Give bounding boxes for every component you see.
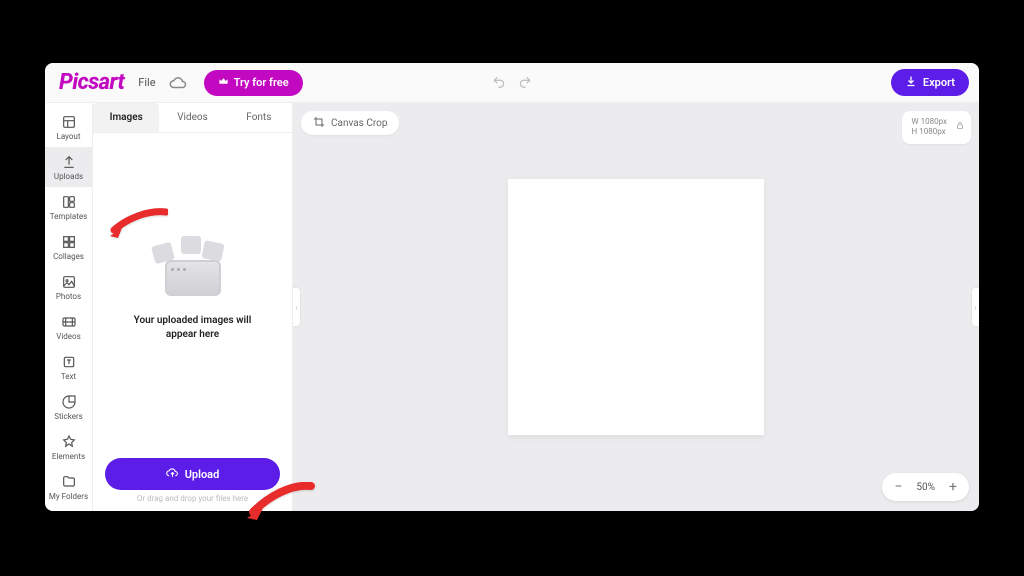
- try-for-free-button[interactable]: Try for free: [204, 70, 303, 96]
- brand-logo[interactable]: Picsart: [59, 70, 124, 95]
- rail-item-elements[interactable]: Elements: [45, 427, 92, 467]
- canvas-crop-tool[interactable]: Canvas Crop: [301, 111, 399, 135]
- videos-icon: [61, 314, 77, 330]
- rail-label: My Folders: [49, 492, 88, 501]
- rail-label: Elements: [52, 452, 85, 461]
- panel-body: Your uploaded images will appear here: [93, 133, 292, 448]
- rail-label: Uploads: [54, 172, 83, 181]
- upload-button[interactable]: Upload: [105, 458, 280, 490]
- stickers-icon: [61, 394, 77, 410]
- tab-fonts[interactable]: Fonts: [226, 103, 292, 132]
- rail-item-stickers[interactable]: Stickers: [45, 387, 92, 427]
- history-actions: [492, 63, 532, 103]
- lock-aspect-icon[interactable]: [955, 121, 965, 134]
- uploads-panel: Images Videos Fonts Your uploaded images…: [93, 103, 293, 511]
- tab-images[interactable]: Images: [93, 103, 159, 132]
- collapse-panel-handle-right[interactable]: ›: [971, 287, 979, 327]
- cloud-sync-icon[interactable]: [166, 71, 190, 95]
- export-label: Export: [923, 76, 955, 89]
- zoom-control: − 50% +: [882, 473, 969, 501]
- elements-icon: [61, 434, 77, 450]
- try-label: Try for free: [234, 76, 289, 89]
- layout-icon: [61, 114, 77, 130]
- export-button[interactable]: Export: [891, 69, 969, 96]
- templates-icon: [61, 194, 77, 210]
- artboard[interactable]: [508, 179, 764, 435]
- rail-label: Layout: [57, 132, 81, 141]
- rail-item-collages[interactable]: Collages: [45, 227, 92, 267]
- canvas-dimensions[interactable]: W 1080px H 1080px: [902, 111, 971, 144]
- panel-footer: Upload Or drag and drop your files here: [93, 448, 292, 511]
- rail-label: Videos: [56, 332, 80, 341]
- rail-item-layout[interactable]: Layout: [45, 107, 92, 147]
- panel-tabs: Images Videos Fonts: [93, 103, 292, 133]
- main-area: Layout Uploads Templates Collages Photos…: [45, 103, 979, 511]
- upload-icon: [61, 154, 77, 170]
- photos-icon: [61, 274, 77, 290]
- empty-uploads-illustration: [153, 240, 233, 300]
- text-icon: [61, 354, 77, 370]
- file-menu-button[interactable]: File: [138, 76, 155, 89]
- canvas-area: Canvas Crop W 1080px H 1080px ‹ › − 50% …: [293, 103, 979, 511]
- rail-label: Photos: [56, 292, 81, 301]
- cloud-upload-icon: [166, 466, 179, 482]
- zoom-in-button[interactable]: +: [945, 479, 961, 495]
- zoom-out-button[interactable]: −: [890, 479, 906, 495]
- redo-icon[interactable]: [518, 74, 532, 93]
- crop-icon: [313, 116, 325, 131]
- collapse-panel-handle-left[interactable]: ‹: [293, 287, 301, 327]
- left-rail: Layout Uploads Templates Collages Photos…: [45, 103, 93, 511]
- rail-item-my-folders[interactable]: My Folders: [45, 467, 92, 507]
- download-icon: [905, 75, 917, 90]
- rail-item-templates[interactable]: Templates: [45, 187, 92, 227]
- rail-item-photos[interactable]: Photos: [45, 267, 92, 307]
- crop-label: Canvas Crop: [331, 118, 387, 129]
- rail-label: Collages: [53, 252, 84, 261]
- undo-icon[interactable]: [492, 74, 506, 93]
- rail-item-text[interactable]: Text: [45, 347, 92, 387]
- upload-label: Upload: [185, 468, 220, 481]
- topbar: Picsart File Try for free Export: [45, 63, 979, 103]
- folder-icon: [61, 474, 77, 490]
- zoom-value[interactable]: 50%: [916, 482, 935, 493]
- rail-label: Text: [61, 372, 76, 381]
- rail-item-videos[interactable]: Videos: [45, 307, 92, 347]
- drag-drop-hint: Or drag and drop your files here: [105, 494, 280, 503]
- app-frame: Picsart File Try for free Export: [45, 63, 979, 511]
- rail-label: Stickers: [54, 412, 83, 421]
- tab-videos[interactable]: Videos: [159, 103, 225, 132]
- crown-icon: [218, 76, 229, 90]
- rail-item-uploads[interactable]: Uploads: [45, 147, 92, 187]
- rail-label: Templates: [50, 212, 87, 221]
- collages-icon: [61, 234, 77, 250]
- empty-uploads-text: Your uploaded images will appear here: [134, 314, 252, 342]
